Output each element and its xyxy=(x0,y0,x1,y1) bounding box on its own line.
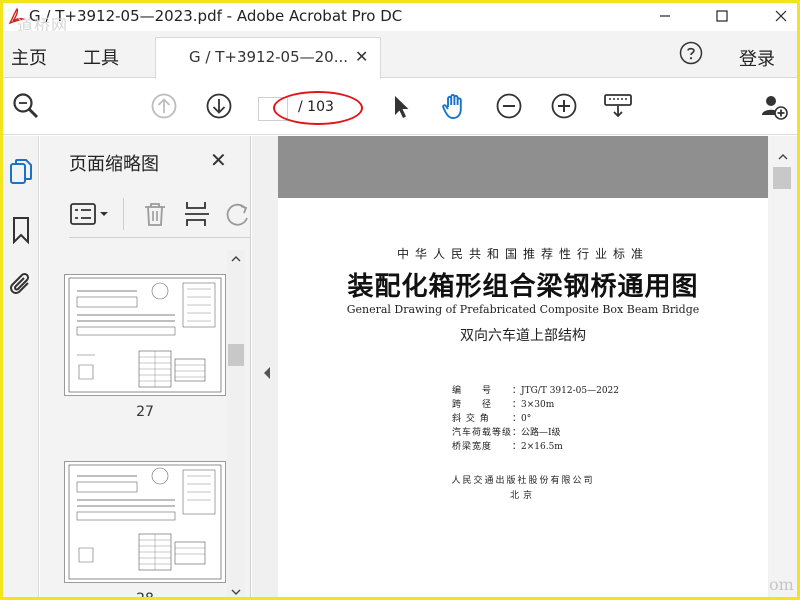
thumbnail-label: 28 xyxy=(136,591,154,600)
document-header: 中华人民共和国推荐性行业标准 xyxy=(396,247,649,261)
hand-tool-icon[interactable] xyxy=(439,91,469,121)
page-thumbnail-27[interactable] xyxy=(64,274,226,396)
info-row: 汽车荷载等级 ：公路—Ⅰ级 xyxy=(452,428,561,438)
document-subtitle: 双向六车道上部结构 xyxy=(460,328,586,344)
next-page-icon[interactable] xyxy=(204,91,234,121)
document-publisher: 人民交通出版社股份有限公司 xyxy=(451,476,595,486)
help-icon[interactable] xyxy=(679,41,703,65)
zoom-in-icon[interactable] xyxy=(549,91,579,121)
zoom-out-icon[interactable] xyxy=(494,91,524,121)
tab-close-icon[interactable]: ✕ xyxy=(355,47,368,66)
annotation-ellipse xyxy=(273,91,363,125)
left-rail xyxy=(3,136,39,597)
rotate-page-icon[interactable] xyxy=(223,200,251,228)
collapse-panel-icon[interactable] xyxy=(262,366,272,380)
close-window-button[interactable] xyxy=(767,5,795,27)
select-cursor-icon[interactable] xyxy=(386,91,416,121)
login-button[interactable]: 登录 xyxy=(739,45,775,71)
corner-watermark: om xyxy=(769,575,794,594)
scroll-up-icon[interactable] xyxy=(230,254,242,264)
thumbnail-scroll-thumb[interactable] xyxy=(228,344,244,366)
insert-page-icon[interactable] xyxy=(183,200,211,228)
minimize-icon xyxy=(660,15,670,17)
bookmark-icon[interactable] xyxy=(11,216,31,244)
tools-menu[interactable]: 工具 xyxy=(83,44,119,70)
page-thumbnail-28[interactable] xyxy=(64,461,226,583)
page-thumbnails-icon[interactable] xyxy=(9,158,33,186)
thumbnail-options-icon[interactable] xyxy=(69,200,113,228)
menu-tab-bar: 主页 工具 G / T+3912-05—20... ✕ 登录 xyxy=(3,31,797,79)
document-scrollbar[interactable] xyxy=(769,136,797,597)
window-title: G / T+3912-05—2023.pdf - Adobe Acrobat P… xyxy=(29,7,403,25)
panel-close-icon[interactable]: ✕ xyxy=(210,148,227,172)
maximize-icon xyxy=(716,10,728,22)
toolbar: / 103 xyxy=(3,79,797,135)
document-english-title: General Drawing of Prefabricated Composi… xyxy=(346,303,700,316)
scroll-up-icon[interactable] xyxy=(777,152,789,162)
tools-divider xyxy=(123,198,124,230)
home-menu[interactable]: 主页 xyxy=(11,44,47,70)
pdf-page[interactable]: 中华人民共和国推荐性行业标准 装配化箱形组合梁钢桥通用图 General Dra… xyxy=(278,198,768,597)
thumbnail-label: 27 xyxy=(136,404,154,420)
title-bar: G / T+3912-05—2023.pdf - Adobe Acrobat P… xyxy=(3,3,797,35)
document-city: 北京 xyxy=(509,491,536,501)
app-window: G / T+3912-05—2023.pdf - Adobe Acrobat P… xyxy=(0,0,800,600)
keyboard-icon[interactable] xyxy=(603,91,633,121)
document-tab-label: G / T+3912-05—20... xyxy=(189,48,349,66)
close-icon xyxy=(775,10,787,22)
info-row: 斜 交 角：0° xyxy=(452,414,532,424)
thumbnail-scrollbar[interactable] xyxy=(227,250,245,597)
document-tab[interactable]: G / T+3912-05—20... ✕ xyxy=(155,37,381,79)
info-row: 编 号：JTG/T 3912-05—2022 xyxy=(452,386,619,396)
share-user-icon[interactable] xyxy=(759,91,789,121)
panel-title: 页面缩略图 xyxy=(69,154,159,175)
document-info: 编 号：JTG/T 3912-05—2022 跨 径：3×30m 斜 交 角：0… xyxy=(452,384,619,454)
info-row: 跨 径：3×30m xyxy=(452,400,555,410)
thumbnail-drawing xyxy=(68,464,222,580)
thumbnail-tools xyxy=(69,194,251,238)
document-scroll-thumb[interactable] xyxy=(773,167,791,189)
delete-page-icon[interactable] xyxy=(141,200,169,228)
minimize-button[interactable] xyxy=(651,5,679,27)
document-title: 装配化箱形组合梁钢桥通用图 xyxy=(347,272,699,302)
thumbnail-panel: 页面缩略图 ✕ 27 28 xyxy=(40,136,251,600)
thumbnail-drawing xyxy=(68,277,222,393)
zoom-search-icon[interactable] xyxy=(11,91,41,121)
scroll-down-icon[interactable] xyxy=(230,587,242,597)
maximize-button[interactable] xyxy=(708,5,736,27)
attachment-icon[interactable] xyxy=(8,270,34,300)
previous-page-icon[interactable] xyxy=(149,91,179,121)
info-row: 桥梁宽度 ：2×16.5m xyxy=(452,442,563,452)
